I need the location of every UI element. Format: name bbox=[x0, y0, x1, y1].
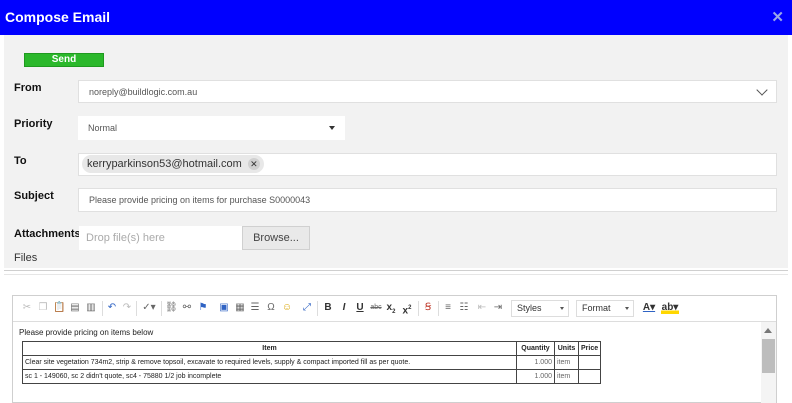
toolbar-separator bbox=[161, 301, 162, 316]
format-label: Format bbox=[582, 303, 611, 313]
copy-icon[interactable]: ❐ bbox=[37, 302, 49, 314]
maximize-icon[interactable]: ⤢ bbox=[301, 302, 313, 314]
table-icon[interactable]: ▦ bbox=[234, 302, 246, 314]
recipient-email: kerryparkinson53@hotmail.com bbox=[87, 158, 242, 170]
priority-value: Normal bbox=[88, 123, 118, 133]
editor-toolbar: ✂ ❐ 📋 ▤ ▥ ↶ ↷ ✓▾ ⛓ ⚯ ⚑ ▣ ▦ ☰ Ω ☺ ⤢ B I U… bbox=[13, 296, 776, 322]
undo-icon[interactable]: ↶ bbox=[106, 302, 118, 314]
table-cell: Clear site vegetation 734m2, strip & rem… bbox=[22, 355, 517, 370]
styles-label: Styles bbox=[517, 303, 542, 313]
files-label: Files bbox=[14, 252, 38, 264]
toolbar-separator bbox=[317, 301, 318, 316]
editor-scrollbar[interactable] bbox=[761, 322, 776, 403]
remove-format-icon[interactable]: Ꞩ bbox=[422, 302, 434, 314]
toolbar-separator bbox=[102, 301, 103, 316]
subject-label: Subject bbox=[14, 190, 54, 202]
scrollbar-thumb[interactable] bbox=[762, 339, 775, 373]
send-button[interactable]: Send bbox=[24, 53, 104, 67]
paste-text-icon[interactable]: ▤ bbox=[69, 302, 81, 314]
horizontal-line-icon[interactable]: ☰ bbox=[249, 302, 261, 314]
image-icon[interactable]: ▣ bbox=[218, 302, 230, 314]
intro-text: Please provide pricing on items below bbox=[19, 328, 154, 337]
table-cell: 1.000 bbox=[516, 355, 555, 370]
attachments-label: Attachments bbox=[14, 228, 81, 240]
special-char-icon[interactable]: Ω bbox=[265, 302, 277, 314]
remove-recipient-icon[interactable]: ✕ bbox=[247, 158, 260, 170]
bulleted-list-icon[interactable]: ☷ bbox=[458, 302, 470, 314]
close-icon[interactable]: ✕ bbox=[771, 8, 784, 26]
priority-select[interactable]: Normal bbox=[78, 116, 345, 140]
cut-icon[interactable]: ✂ bbox=[21, 302, 33, 314]
table-header: Quantity bbox=[516, 341, 555, 356]
subscript-icon[interactable]: x2 bbox=[385, 302, 397, 315]
subject-value: Please provide pricing on items for purc… bbox=[89, 195, 311, 205]
italic-icon[interactable]: I bbox=[338, 302, 350, 314]
link-icon[interactable]: ⛓ bbox=[165, 302, 178, 314]
outdent-icon[interactable]: ⇤ bbox=[476, 302, 488, 314]
bold-icon[interactable]: B bbox=[322, 302, 334, 314]
table-cell bbox=[577, 355, 602, 370]
scroll-up-icon[interactable] bbox=[764, 328, 772, 333]
from-select[interactable]: noreply@buildlogic.com.au bbox=[78, 80, 777, 103]
table-header: Units bbox=[554, 341, 579, 356]
table-header-row: Item Quantity Units Price bbox=[22, 341, 602, 356]
table-header: Item bbox=[22, 341, 517, 356]
from-label: From bbox=[14, 82, 42, 94]
file-dropzone[interactable]: Drop file(s) here bbox=[79, 226, 242, 250]
indent-icon[interactable]: ⇥ bbox=[492, 302, 504, 314]
chevron-down-icon bbox=[756, 84, 768, 96]
subject-input[interactable]: Please provide pricing on items for purc… bbox=[78, 188, 777, 212]
table-cell: item bbox=[554, 355, 579, 370]
spellcheck-icon[interactable]: ✓▾ bbox=[140, 302, 158, 314]
browse-button[interactable]: Browse... bbox=[242, 226, 310, 250]
table-row: sc 1 - 149060, sc 2 didn't quote, sc4 - … bbox=[22, 369, 602, 384]
rich-text-editor[interactable]: ✂ ❐ 📋 ▤ ▥ ↶ ↷ ✓▾ ⛓ ⚯ ⚑ ▣ ▦ ☰ Ω ☺ ⤢ B I U… bbox=[12, 295, 777, 403]
caret-down-icon bbox=[329, 126, 335, 130]
superscript-icon[interactable]: x2 bbox=[401, 302, 413, 316]
table-row: Clear site vegetation 734m2, strip & rem… bbox=[22, 355, 602, 370]
paste-icon[interactable]: 📋 bbox=[53, 302, 65, 314]
priority-label: Priority bbox=[14, 118, 53, 130]
recipient-chip: kerryparkinson53@hotmail.com ✕ bbox=[82, 155, 264, 173]
toolbar-separator bbox=[136, 301, 137, 316]
redo-icon[interactable]: ↷ bbox=[121, 302, 133, 314]
editor-content[interactable]: Please provide pricing on items below It… bbox=[19, 328, 759, 402]
table-header: Price bbox=[577, 341, 602, 356]
paste-word-icon[interactable]: ▥ bbox=[85, 302, 97, 314]
text-color-icon[interactable]: A▾ bbox=[642, 302, 656, 314]
dialog-titlebar: Compose Email ✕ bbox=[0, 0, 792, 35]
unlink-icon[interactable]: ⚯ bbox=[181, 302, 193, 314]
strikethrough-icon[interactable]: abc bbox=[368, 302, 384, 314]
background-color-icon[interactable]: ab▾ bbox=[661, 302, 679, 314]
toolbar-separator bbox=[418, 301, 419, 316]
table-cell: sc 1 - 149060, sc 2 didn't quote, sc4 - … bbox=[22, 369, 517, 384]
divider bbox=[4, 274, 788, 275]
styles-dropdown[interactable]: Styles bbox=[511, 300, 569, 317]
items-table: Item Quantity Units Price Clear site veg… bbox=[22, 341, 602, 384]
smiley-icon[interactable]: ☺ bbox=[281, 302, 293, 314]
table-cell: item bbox=[554, 369, 579, 384]
dialog-title: Compose Email bbox=[5, 9, 111, 25]
format-dropdown[interactable]: Format bbox=[576, 300, 634, 317]
caret-down-icon bbox=[560, 307, 564, 310]
to-label: To bbox=[14, 155, 27, 167]
anchor-icon[interactable]: ⚑ bbox=[197, 302, 209, 314]
caret-down-icon bbox=[625, 307, 629, 310]
table-cell bbox=[577, 369, 602, 384]
toolbar-separator bbox=[438, 301, 439, 316]
from-value: noreply@buildlogic.com.au bbox=[89, 86, 198, 97]
underline-icon[interactable]: U bbox=[354, 302, 366, 314]
numbered-list-icon[interactable]: ≡ bbox=[442, 302, 454, 314]
divider bbox=[4, 270, 788, 271]
table-cell: 1.000 bbox=[516, 369, 555, 384]
